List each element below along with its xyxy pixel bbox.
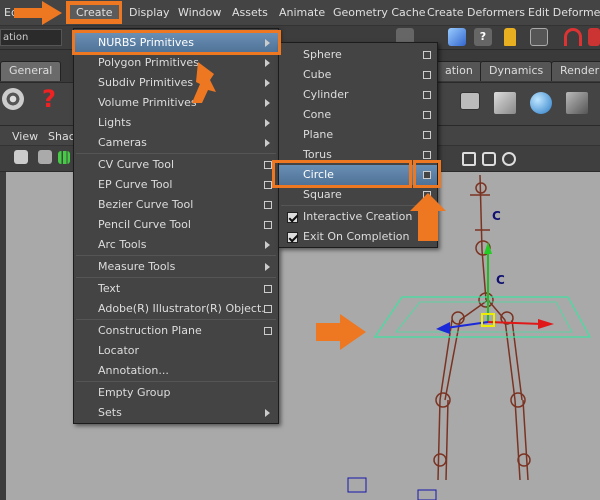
- nurbs_menu-item-torus[interactable]: Torus: [279, 145, 437, 165]
- create_menu-item-annotation[interactable]: Annotation...: [74, 361, 278, 381]
- create-menu: NURBS Primitives Polygon Primitives Subdiv…: [73, 28, 279, 424]
- menu-separator: [76, 319, 276, 320]
- menu-item-label: Annotation...: [98, 364, 169, 377]
- menu-item-label: Locator: [98, 344, 140, 357]
- menu-item-label: Volume Primitives: [98, 96, 197, 109]
- nurbs-primitives-submenu: Sphere Cube Cylinder Cone Plane Torus Circle Sq…: [278, 42, 438, 248]
- submenu-arrow-icon: [265, 409, 270, 417]
- create_menu-item-empty-group[interactable]: Empty Group: [74, 383, 278, 403]
- menu-item-label: Cone: [303, 108, 332, 121]
- create_menu-item-lights[interactable]: Lights: [74, 113, 278, 133]
- option-box-icon[interactable]: [423, 51, 431, 59]
- option-box-icon[interactable]: [264, 161, 272, 169]
- option-box-icon[interactable]: [423, 131, 431, 139]
- menu-item-label: Adobe(R) Illustrator(R) Object...: [98, 302, 272, 315]
- submenu-arrow-icon: [265, 263, 270, 271]
- option-box-icon[interactable]: [423, 151, 431, 159]
- nurbs_menu-item-exit-on-completion[interactable]: Exit On Completion: [279, 227, 437, 247]
- submenu-arrow-icon: [265, 241, 270, 249]
- submenu-arrow-icon: [265, 79, 270, 87]
- nurbs_menu-item-cube[interactable]: Cube: [279, 65, 437, 85]
- create_menu-item-subdiv-primitives[interactable]: Subdiv Primitives: [74, 73, 278, 93]
- menu-item-label: Text: [98, 282, 121, 295]
- option-box-icon[interactable]: [264, 305, 272, 313]
- menu-item-label: Polygon Primitives: [98, 56, 199, 69]
- menu-separator: [76, 255, 276, 256]
- menu-item-label: Construction Plane: [98, 324, 202, 337]
- menu-item-label: Sets: [98, 406, 122, 419]
- menu-item-label: Sphere: [303, 48, 342, 61]
- create_menu-item-text[interactable]: Text: [74, 279, 278, 299]
- option-box-icon[interactable]: [423, 191, 431, 199]
- menu-separator: [76, 381, 276, 382]
- create_menu-item-volume-primitives[interactable]: Volume Primitives: [74, 93, 278, 113]
- menu-item-label: Circle: [303, 168, 334, 181]
- create_menu-item-arc-tools[interactable]: Arc Tools: [74, 235, 278, 255]
- option-box-icon[interactable]: [264, 285, 272, 293]
- menu-item-label: EP Curve Tool: [98, 178, 173, 191]
- create_menu-item-ep-curve-tool[interactable]: EP Curve Tool: [74, 175, 278, 195]
- menu-item-label: Cameras: [98, 136, 147, 149]
- create_menu-item-sets[interactable]: Sets: [74, 403, 278, 423]
- create_menu-item-construction-plane[interactable]: Construction Plane: [74, 321, 278, 341]
- option-box-icon[interactable]: [264, 181, 272, 189]
- option-box-icon[interactable]: [264, 201, 272, 209]
- submenu-arrow-icon: [265, 119, 270, 127]
- nurbs_menu-item-plane[interactable]: Plane: [279, 125, 437, 145]
- option-box-icon[interactable]: [423, 91, 431, 99]
- nurbs_menu-item-circle[interactable]: Circle: [279, 165, 437, 185]
- viewport-label-c1: C: [492, 209, 501, 223]
- menu-item-label: Cylinder: [303, 88, 349, 101]
- menu-item-label: Arc Tools: [98, 238, 147, 251]
- submenu-arrow-icon: [265, 39, 270, 47]
- menu-item-label: Exit On Completion: [303, 230, 410, 243]
- menu-item-label: Subdiv Primitives: [98, 76, 194, 89]
- menu-separator: [76, 153, 276, 154]
- submenu-arrow-icon: [265, 99, 270, 107]
- create_menu-item-cameras[interactable]: Cameras: [74, 133, 278, 153]
- menu-item-label: NURBS Primitives: [98, 36, 194, 49]
- menu-item-label: Empty Group: [98, 386, 171, 399]
- checkbox-icon[interactable]: [287, 212, 298, 223]
- menu-item-label: Plane: [303, 128, 334, 141]
- option-box-icon[interactable]: [264, 221, 272, 229]
- menu-item-label: CV Curve Tool: [98, 158, 175, 171]
- submenu-arrow-icon: [265, 139, 270, 147]
- create_menu-item-measure-tools[interactable]: Measure Tools: [74, 257, 278, 277]
- menu-item-label: Square: [303, 188, 342, 201]
- create_menu-item-adobe-r-illustrator-r-object[interactable]: Adobe(R) Illustrator(R) Object...: [74, 299, 278, 319]
- menu-item-label: Measure Tools: [98, 260, 176, 273]
- menu-separator: [76, 277, 276, 278]
- viewport-label-c2: C: [496, 273, 505, 287]
- nurbs_menu-item-interactive-creation[interactable]: Interactive Creation: [279, 207, 437, 227]
- menu-item-label: Lights: [98, 116, 132, 129]
- menu-item-label: Interactive Creation: [303, 210, 413, 223]
- menu-item-label: Cube: [303, 68, 332, 81]
- create_menu-item-polygon-primitives[interactable]: Polygon Primitives: [74, 53, 278, 73]
- nurbs_menu-item-cylinder[interactable]: Cylinder: [279, 85, 437, 105]
- create_menu-item-cv-curve-tool[interactable]: CV Curve Tool: [74, 155, 278, 175]
- option-box-icon[interactable]: [264, 327, 272, 335]
- menu-separator: [281, 205, 435, 206]
- option-box-icon[interactable]: [423, 71, 431, 79]
- create_menu-item-nurbs-primitives[interactable]: NURBS Primitives: [74, 33, 278, 53]
- menu-item-label: Torus: [303, 148, 332, 161]
- nurbs_menu-item-cone[interactable]: Cone: [279, 105, 437, 125]
- menu-item-label: Bezier Curve Tool: [98, 198, 194, 211]
- create_menu-item-locator[interactable]: Locator: [74, 341, 278, 361]
- submenu-arrow-icon: [265, 59, 270, 67]
- nurbs_menu-item-square[interactable]: Square: [279, 185, 437, 205]
- create_menu-item-bezier-curve-tool[interactable]: Bezier Curve Tool: [74, 195, 278, 215]
- create_menu-item-pencil-curve-tool[interactable]: Pencil Curve Tool: [74, 215, 278, 235]
- option-box-icon[interactable]: [423, 111, 431, 119]
- menu-item-label: Pencil Curve Tool: [98, 218, 191, 231]
- option-box-icon[interactable]: [423, 171, 431, 179]
- nurbs_menu-item-sphere[interactable]: Sphere: [279, 45, 437, 65]
- checkbox-icon[interactable]: [287, 232, 298, 243]
